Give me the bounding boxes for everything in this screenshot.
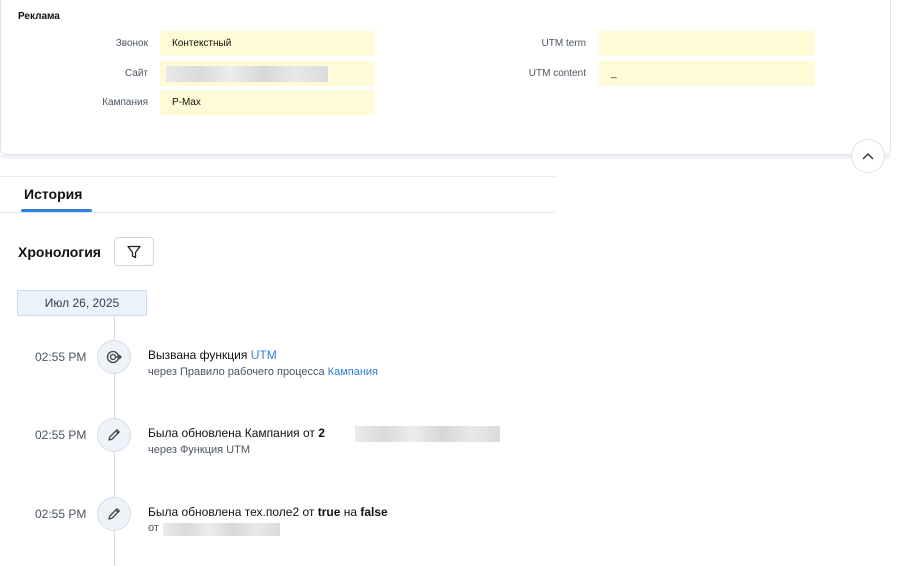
old-value: 2 (318, 426, 325, 440)
chronology-title: Хронология (18, 244, 101, 260)
redacted-text (355, 426, 500, 442)
entry-title-text: Была обновлена Кампания от (148, 426, 319, 440)
call-label: Звонок (115, 38, 148, 49)
collapse-button[interactable] (851, 139, 885, 173)
section-title: Реклама (18, 11, 60, 22)
entry-sub-text: через Правило рабочего процесса (148, 366, 328, 378)
divider (0, 176, 555, 177)
function-call-icon (106, 350, 122, 364)
entry-sub-text: от (148, 522, 159, 534)
entry-title: Была обновлена Кампания от 2 (148, 426, 325, 440)
entry-time: 02:55 PM (35, 507, 87, 521)
site-field[interactable] (160, 61, 375, 86)
entry-title: Вызвана функция UTM (148, 348, 277, 362)
entry-title: Была обновлена тех.поле2 от true на fals… (148, 505, 388, 519)
ads-card: Реклама Звонок Контекстный Сайт Кампания… (0, 0, 891, 155)
utm-content-field[interactable]: _ (599, 61, 815, 86)
campaign-field[interactable]: P-Max (160, 90, 375, 115)
entry-title-text: Вызвана функция (148, 348, 251, 362)
utm-content-label: UTM content (528, 68, 586, 79)
pencil-icon (108, 508, 120, 520)
pencil-icon (108, 429, 120, 441)
entry-title-text: на (340, 505, 361, 519)
edit-icon-badge (97, 497, 131, 531)
workflow-rule-link[interactable]: Кампания (328, 366, 378, 378)
entry-time: 02:55 PM (35, 350, 87, 364)
old-value: true (317, 505, 341, 519)
utm-term-field[interactable] (599, 31, 815, 56)
tab-history[interactable]: История (24, 186, 82, 202)
call-field[interactable]: Контекстный (160, 31, 375, 56)
site-label: Сайт (124, 68, 148, 79)
entry-subtitle: через Функция UTM (148, 444, 250, 456)
redacted-text (166, 66, 328, 82)
tabs-divider (0, 212, 555, 213)
date-chip: Июл 26, 2025 (17, 290, 147, 316)
entry-subtitle: через Правило рабочего процесса Кампания (148, 366, 378, 378)
card-bottom-edge (0, 155, 891, 159)
filter-button[interactable] (114, 237, 154, 266)
utm-term-label: UTM term (541, 38, 586, 49)
new-value: false (360, 505, 388, 519)
entry-title-text: Была обновлена тех.поле2 от (148, 505, 318, 519)
function-call-icon-badge (97, 340, 131, 374)
redacted-text (163, 523, 280, 536)
function-link[interactable]: UTM (251, 348, 277, 362)
filter-icon (127, 245, 141, 258)
edit-icon-badge (97, 418, 131, 452)
entry-subtitle: от (148, 522, 159, 534)
campaign-label: Кампания (102, 97, 148, 108)
chevron-up-icon (862, 153, 874, 160)
entry-time: 02:55 PM (35, 428, 87, 442)
